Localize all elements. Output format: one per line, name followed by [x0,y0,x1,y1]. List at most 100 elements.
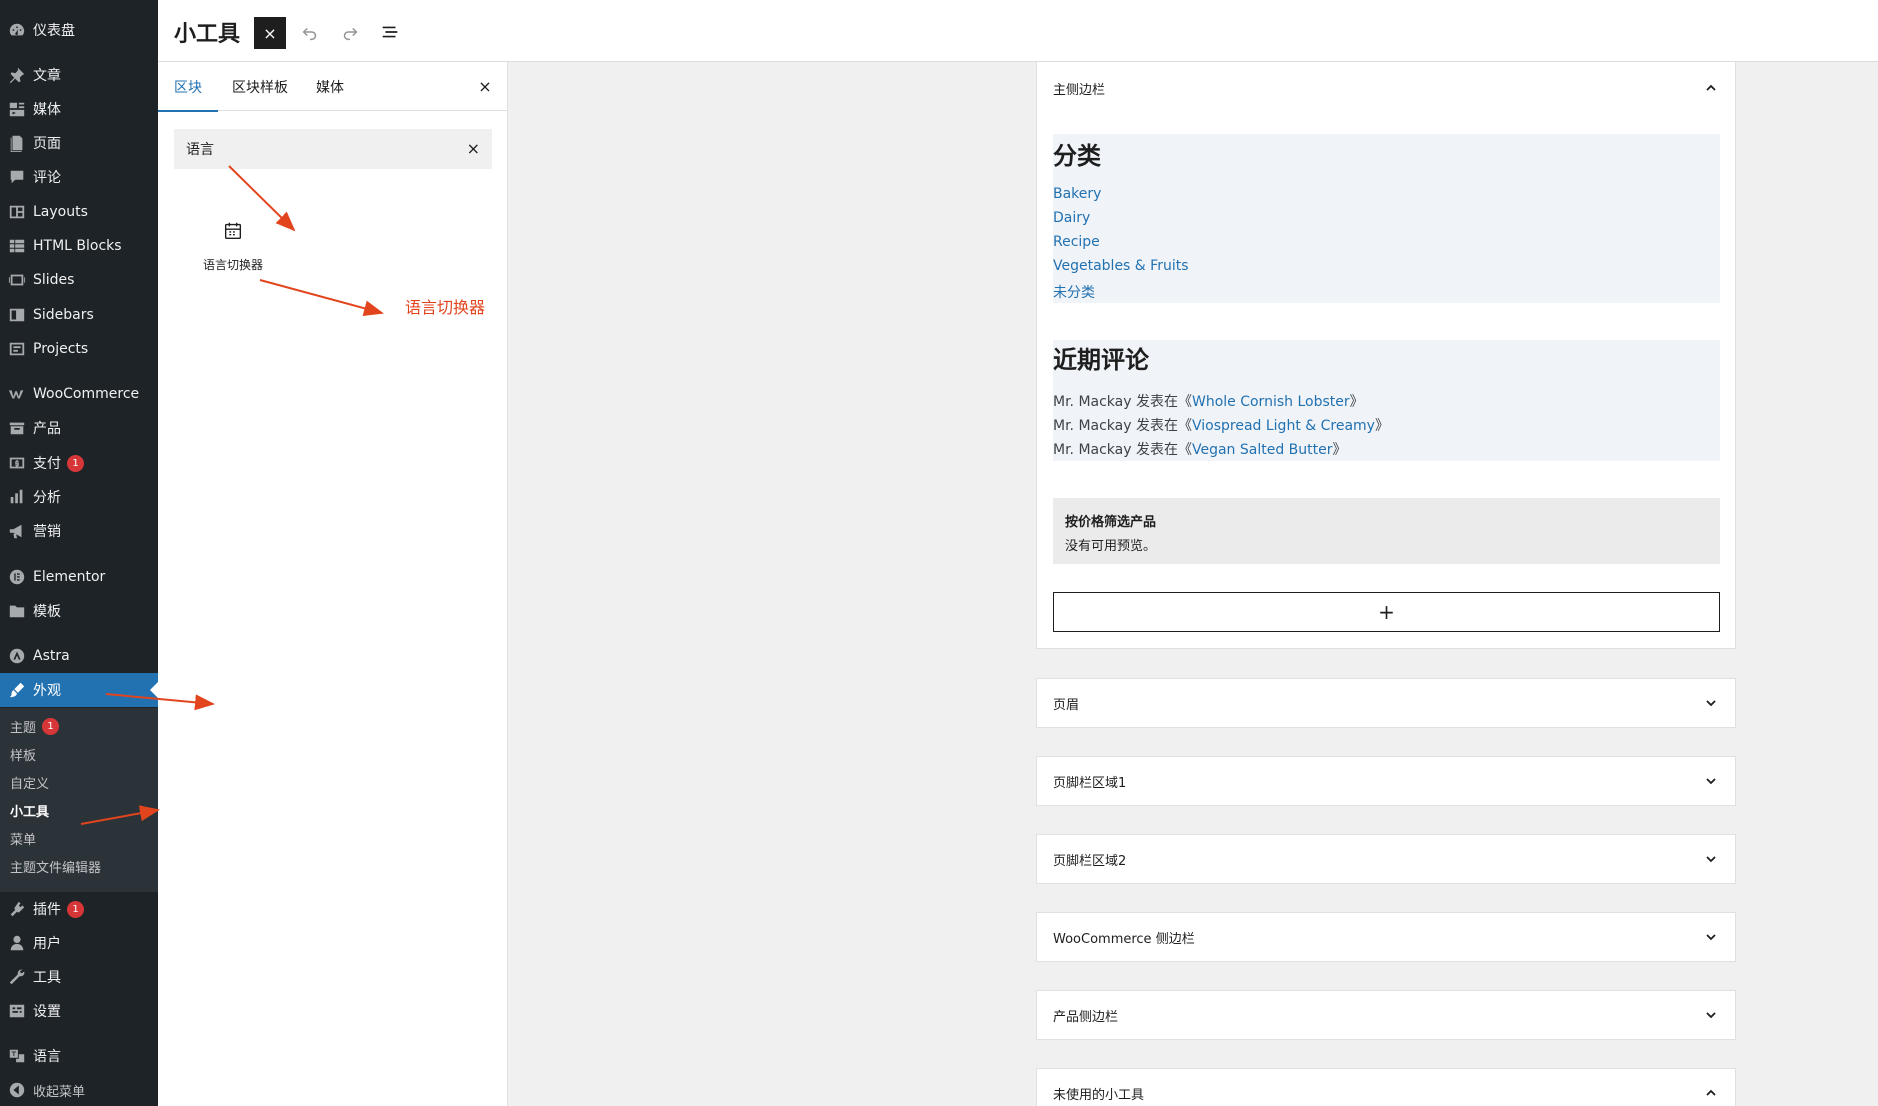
widget-area-header[interactable]: 主侧边栏 [1053,64,1719,112]
menu-item-languages[interactable]: 语言 [0,1039,158,1073]
menu-item-html-blocks[interactable]: HTML Blocks [0,229,158,263]
menu-item-users[interactable]: 用户 [0,926,158,960]
menu-item-plugins[interactable]: 插件 1 [0,892,158,926]
grid-icon [7,236,27,256]
submenu-item-widgets[interactable]: 小工具 [10,797,49,823]
category-link[interactable]: Vegetables & Fruits [1053,258,1189,274]
undo-icon[interactable] [298,20,322,44]
submenu-label: 主题 [10,720,37,736]
widget-area-footer-1[interactable]: 页脚栏区域1 [1036,756,1736,806]
comment-post-link[interactable]: Viospread Light & Creamy [1192,418,1375,434]
close-inserter-button[interactable]: × [254,17,286,49]
menu-item-posts[interactable]: 文章 [0,58,158,92]
menu-item-payments[interactable]: 支付 1 [0,446,158,480]
menu-item-analytics[interactable]: 分析 [0,480,158,514]
widget-area-woocommerce-sidebar[interactable]: WooCommerce 侧边栏 [1036,912,1736,962]
appearance-submenu: 主题 1 样板 自定义 小工具 菜单 主题文件编辑器 [0,708,158,892]
price-filter-widget[interactable]: 按价格筛选产品 没有可用预览。 [1053,498,1720,564]
block-search-input[interactable]: 语言 × [174,129,492,169]
submenu-label: 小工具 [10,804,50,820]
woo-icon [7,384,27,404]
widget-area-header[interactable]: WooCommerce 侧边栏 [1053,913,1719,961]
sidebar-icon [7,305,27,325]
layout-icon [7,202,27,222]
submenu-item-menus[interactable]: 菜单 [10,825,36,851]
menu-item-appearance[interactable]: 外观 [0,673,158,707]
menu-item-astra[interactable]: Astra [0,639,158,673]
menu-label: 文章 [33,68,61,84]
menu-item-media[interactable]: 媒体 [0,92,158,126]
widget-area-header[interactable]: 页脚栏区域1 [1053,757,1719,805]
widget-area-title: WooCommerce 侧边栏 [1053,931,1195,947]
price-filter-note: 没有可用预览。 [1065,539,1157,554]
widget-area-title: 页脚栏区域2 [1053,853,1127,869]
menu-item-products[interactable]: 产品 [0,411,158,445]
menu-item-woocommerce[interactable]: WooCommerce [0,377,158,411]
menu-label: 设置 [33,1004,61,1020]
collapse-menu-button[interactable]: 收起菜单 [0,1073,158,1106]
widget-area-header[interactable]: 页脚栏区域2 [1053,835,1719,883]
category-link[interactable]: 未分类 [1053,282,1095,302]
search-value: 语言 [186,142,214,158]
block-result-language-switcher[interactable]: 语言切换器 [186,212,280,292]
submenu-item-themes[interactable]: 主题 1 [10,713,60,739]
tab-blocks[interactable]: 区块 [158,62,218,112]
widget-area-footer-2[interactable]: 页脚栏区域2 [1036,834,1736,884]
menu-label: 收起菜单 [33,1084,86,1100]
chevron-up-icon [1706,1089,1716,1096]
submenu-item-customize[interactable]: 自定义 [10,769,49,795]
widget-area-header-area[interactable]: 页眉 [1036,678,1736,728]
widget-area-title: 主侧边栏 [1053,82,1106,98]
recent-comments-widget[interactable]: 近期评论 Mr. Mackay 发表在《Whole Cornish Lobste… [1053,340,1720,461]
category-link[interactable]: Bakery [1053,186,1101,202]
menu-item-projects[interactable]: Projects [0,332,158,366]
comment-end: 》 [1374,418,1389,434]
widget-area-header[interactable]: 未使用的小工具 [1053,1069,1719,1106]
menu-item-tools[interactable]: 工具 [0,960,158,994]
menu-item-settings[interactable]: 设置 [0,994,158,1028]
widget-area-header[interactable]: 页眉 [1053,679,1719,727]
comment-post-link[interactable]: Vegan Salted Butter [1192,442,1333,458]
widget-area-main-sidebar: 主侧边栏 分类 Bakery Dairy Recipe Vegetables &… [1036,62,1736,649]
media-icon [7,99,27,119]
add-block-button[interactable]: + [1053,592,1720,632]
annotation-label: 语言切换器 [405,298,486,317]
widget-area-inactive-widgets[interactable]: 未使用的小工具 [1036,1068,1736,1106]
category-link[interactable]: Recipe [1053,234,1100,250]
settings-icon [7,1001,27,1021]
menu-item-layouts[interactable]: Layouts [0,195,158,229]
close-panel-icon[interactable]: × [474,75,496,97]
menu-item-templates[interactable]: 模板 [0,594,158,628]
menu-item-dashboard[interactable]: 仪表盘 [0,13,158,47]
menu-label: 语言 [33,1049,61,1065]
widget-area-header[interactable]: 产品侧边栏 [1053,991,1719,1039]
payment-icon [7,453,27,473]
categories-widget[interactable]: 分类 Bakery Dairy Recipe Vegetables & Frui… [1053,134,1720,303]
category-link[interactable]: Dairy [1053,210,1090,226]
recent-comments-title: 近期评论 [1053,346,1149,374]
comment-item: Mr. Mackay 发表在《Viospread Light & Creamy》 [1053,415,1389,435]
menu-item-elementor[interactable]: Elementor [0,560,158,594]
submenu-item-patterns[interactable]: 样板 [10,741,36,767]
comment-author: Mr. Mackay [1053,418,1132,434]
menu-item-sidebars[interactable]: Sidebars [0,298,158,332]
tab-patterns[interactable]: 区块样板 [232,62,288,111]
comment-post-link[interactable]: Whole Cornish Lobster [1192,394,1350,410]
clear-search-icon[interactable]: × [467,139,480,158]
submenu-item-theme-file-editor[interactable]: 主题文件编辑器 [10,853,101,879]
menu-item-comments[interactable]: 评论 [0,160,158,194]
pin-icon [7,65,27,85]
tab-media[interactable]: 媒体 [316,62,344,111]
comment-end: 》 [1332,442,1347,458]
categories-title: 分类 [1053,142,1101,170]
menu-item-slides[interactable]: Slides [0,263,158,297]
widget-area-product-sidebar[interactable]: 产品侧边栏 [1036,990,1736,1040]
collapse-icon [7,1080,27,1100]
widget-area-title: 产品侧边栏 [1053,1009,1119,1025]
wrench-icon [7,967,27,987]
menu-item-pages[interactable]: 页面 [0,126,158,160]
menu-item-marketing[interactable]: 营销 [0,514,158,548]
redo-icon[interactable] [338,20,362,44]
widget-area-title: 页脚栏区域1 [1053,775,1127,791]
list-view-icon[interactable] [378,20,402,44]
